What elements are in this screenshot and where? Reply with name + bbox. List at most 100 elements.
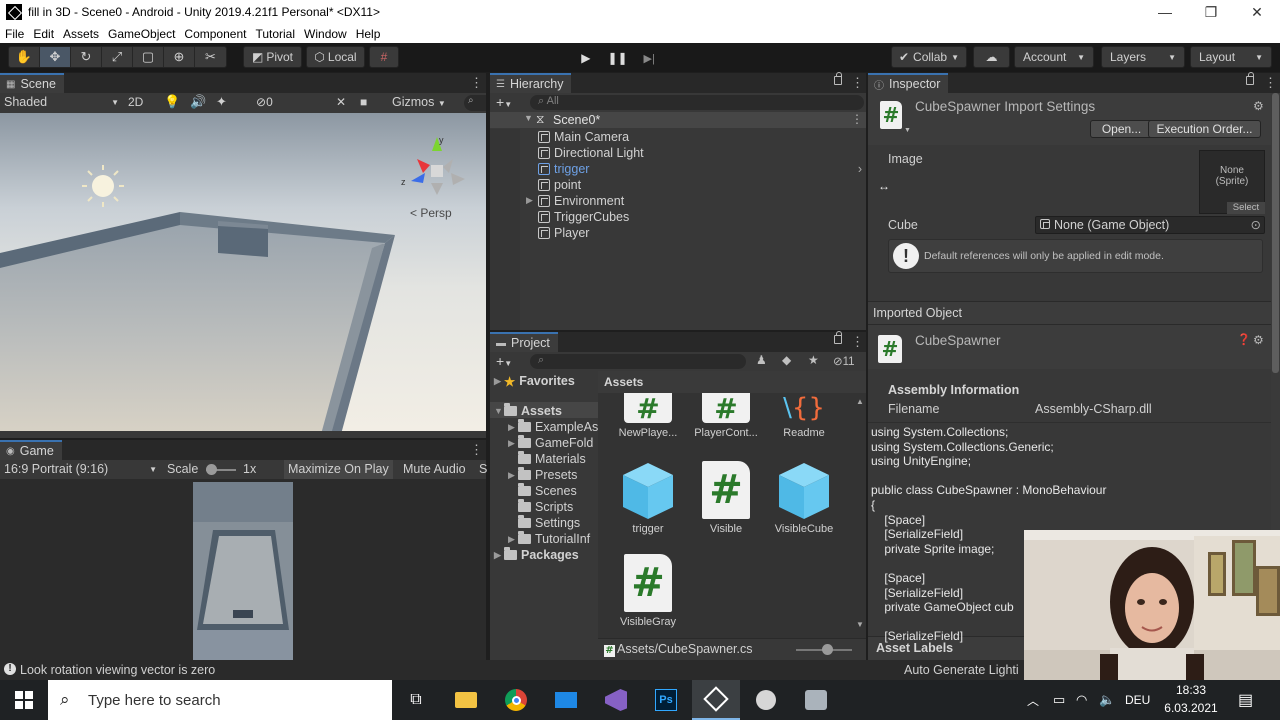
assets-root-item[interactable]: ▼ Assets [494, 403, 562, 419]
label-icon[interactable]: ◆ [782, 353, 791, 367]
move-tool-icon[interactable]: ✥ [40, 47, 71, 67]
settings-gear-icon[interactable]: ⚙ [1253, 99, 1264, 113]
scene-row-menu-icon[interactable]: ⋮ [851, 112, 863, 126]
asset-item[interactable]: # NewPlaye... [611, 392, 685, 440]
hierarchy-item-point[interactable]: point [538, 177, 581, 193]
hidden-objects-toggle[interactable]: ⊘0 [256, 95, 273, 109]
layers-dropdown[interactable]: Layers ▼ [1101, 46, 1185, 68]
menu-file[interactable]: File [5, 27, 24, 41]
expand-arrow-icon[interactable]: ▶ [508, 534, 518, 545]
expand-arrow-icon[interactable]: ▶ [508, 438, 518, 449]
expand-arrow-icon[interactable]: ▼ [494, 406, 504, 416]
menu-gameobject[interactable]: GameObject [108, 27, 175, 41]
create-add-icon[interactable]: +▼ [496, 94, 512, 110]
notifications-icon[interactable]: ▤ [1238, 690, 1253, 710]
step-button[interactable]: ▶| [633, 47, 665, 69]
task-view-icon[interactable]: ⧉ [392, 680, 440, 720]
menu-component[interactable]: Component [184, 27, 246, 41]
menu-edit[interactable]: Edit [33, 27, 54, 41]
minimize-button[interactable]: — [1142, 0, 1188, 24]
hidden-packages-toggle[interactable]: ⊘11 [833, 354, 855, 368]
transform-tool-icon[interactable]: ⊕ [164, 47, 195, 67]
scale-tool-icon[interactable]: ⤢ [102, 47, 133, 67]
rotate-tool-icon[interactable]: ↻ [71, 47, 102, 67]
favorite-star-icon[interactable]: ★ [808, 353, 819, 367]
project-menu-icon[interactable]: ⋮ [851, 334, 864, 350]
folder-item[interactable]: Scenes [508, 483, 577, 499]
icon-size-slider-thumb[interactable] [822, 644, 833, 655]
hierarchy-item-triggercubes[interactable]: TriggerCubes [538, 209, 629, 225]
menu-tutorial[interactable]: Tutorial [255, 27, 295, 41]
audio-toggle-icon[interactable]: 🔊 [190, 94, 206, 110]
lock-icon[interactable] [1246, 72, 1254, 85]
battery-icon[interactable]: ▭ [1053, 692, 1065, 708]
camera-icon[interactable]: ■ [360, 95, 367, 109]
persp-label[interactable]: < Persp [410, 206, 452, 220]
folder-item[interactable]: ▶ TutorialInf [508, 531, 590, 547]
image-select-button[interactable]: Select [1227, 202, 1265, 214]
photoshop-icon[interactable]: Ps [642, 680, 690, 720]
asset-item[interactable]: # VisibleGray [611, 554, 685, 628]
windows-start-button[interactable] [0, 680, 48, 720]
pause-button[interactable]: ❚❚ [602, 47, 634, 69]
expand-arrow-icon[interactable]: ▶ [508, 470, 518, 481]
expand-arrow-icon[interactable]: ▼ [524, 113, 533, 123]
chevron-down-icon[interactable]: ▼ [904, 127, 911, 134]
game-menu-icon[interactable]: ⋮ [470, 442, 483, 458]
gizmos-dropdown[interactable]: Gizmos ▼ [392, 95, 446, 109]
search-by-type-icon[interactable]: ♟ [756, 353, 767, 367]
account-dropdown[interactable]: Account ▼ [1014, 46, 1094, 68]
expand-arrow-icon[interactable]: ▶ [494, 376, 504, 387]
chrome-icon[interactable] [492, 680, 540, 720]
visual-studio-icon[interactable] [592, 680, 640, 720]
play-button[interactable]: ▶ [570, 47, 602, 69]
mute-audio-toggle[interactable]: Mute Audio [398, 460, 471, 479]
scroll-up-icon[interactable]: ▲ [856, 397, 864, 406]
maximize-on-play-toggle[interactable]: Maximize On Play [284, 460, 393, 479]
object-picker-icon[interactable]: ⊙ [1251, 217, 1261, 233]
cloud-button[interactable]: ☁ [973, 46, 1010, 68]
grid-snap-button[interactable]: # [369, 46, 399, 68]
clock-date[interactable]: 6.03.2021 [1160, 701, 1222, 715]
scene-viewport[interactable]: y z < Persp [0, 113, 486, 431]
hierarchy-search-input[interactable]: ⌕ All [530, 95, 864, 110]
expand-arrow-icon[interactable]: ▶ [508, 422, 518, 433]
project-search-input[interactable]: ⌕ [530, 354, 746, 369]
shading-dropdown[interactable]: Shaded ▼ [4, 95, 119, 109]
expand-arrow-icon[interactable]: ▶ [526, 195, 533, 206]
asset-item[interactable]: VisibleCube [767, 461, 841, 535]
hierarchy-item-environment[interactable]: ▶ Environment [526, 193, 624, 209]
close-button[interactable]: ✕ [1234, 0, 1280, 24]
clock-time[interactable]: 18:33 [1160, 683, 1222, 697]
layout-dropdown[interactable]: Layout ▼ [1190, 46, 1272, 68]
cube-object-field[interactable]: None (Game Object) ⊙ [1035, 216, 1265, 234]
chevron-up-icon[interactable]: ︿ [1027, 692, 1039, 709]
menu-assets[interactable]: Assets [63, 27, 99, 41]
stats-toggle[interactable]: S [479, 462, 487, 476]
lock-icon[interactable] [834, 72, 842, 85]
open-button[interactable]: Open... [1090, 120, 1153, 138]
volume-icon[interactable]: 🔈 [1099, 692, 1115, 708]
unity-hub-icon[interactable] [742, 680, 790, 720]
packages-item[interactable]: ▶ Packages [494, 547, 579, 563]
folder-item[interactable]: ▶ ExampleAs [508, 419, 598, 435]
custom-tool-icon[interactable]: ✂ [195, 47, 226, 67]
scene-search-input[interactable]: ⌕ [464, 95, 486, 111]
tab-game[interactable]: ◉ Game [0, 440, 62, 460]
menu-help[interactable]: Help [356, 27, 381, 41]
hand-tool-icon[interactable]: ✋ [9, 47, 40, 67]
folder-item[interactable]: ▶ GameFold [508, 435, 593, 451]
settings-gear-icon[interactable]: ⚙ [1253, 333, 1264, 347]
scene-root-row[interactable]: ▼ ⧖ Scene0* ⋮ [490, 112, 866, 128]
scroll-down-icon[interactable]: ▼ [856, 620, 864, 629]
folder-item[interactable]: ▶ Presets [508, 467, 577, 483]
folder-item[interactable]: Materials [508, 451, 586, 467]
asset-item[interactable]: trigger [611, 461, 685, 535]
tools-icon[interactable]: ✕ [336, 95, 346, 109]
lighting-toggle-icon[interactable]: 💡 [164, 94, 180, 110]
status-message[interactable]: Look rotation viewing vector is zero [20, 663, 215, 677]
mode-2d-toggle[interactable]: 2D [128, 95, 148, 109]
hierarchy-menu-icon[interactable]: ⋮ [851, 75, 864, 91]
local-toggle[interactable]: ⬡ Local [306, 46, 365, 68]
tab-hierarchy[interactable]: ☰ Hierarchy [490, 73, 572, 93]
